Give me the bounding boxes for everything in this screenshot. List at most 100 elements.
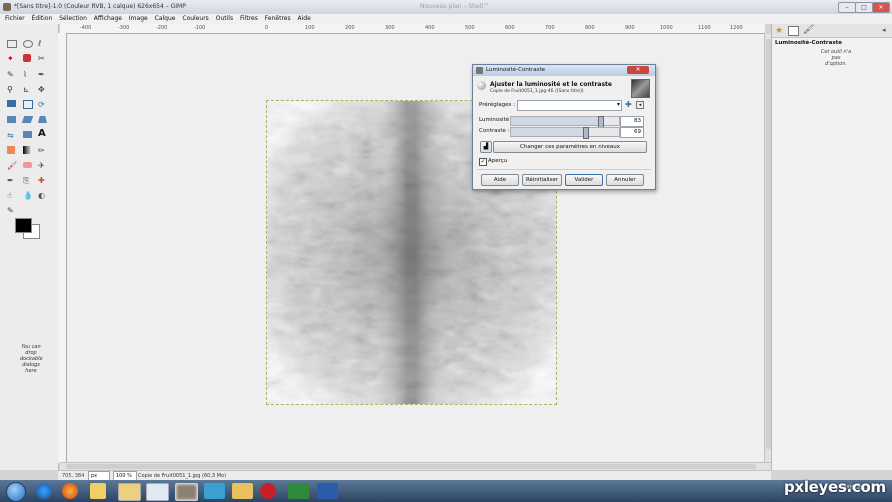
blur-icon[interactable]: 💧 bbox=[23, 191, 34, 202]
foreground-select-icon[interactable]: ✎ bbox=[7, 70, 18, 81]
color-select-icon[interactable] bbox=[23, 54, 31, 62]
gimp-taskbar-icon[interactable] bbox=[175, 483, 198, 501]
text-tool-icon[interactable]: A bbox=[38, 128, 49, 139]
toolbox: ℓ ✦ ✂ ✎ ⌇ ✒ ⚲ ⊾ ✥ ⟳ ⇋ A ✏ 🖌 ✈ ✒ ⎘ ✚ ☝ 💧 … bbox=[0, 24, 59, 470]
chevron-down-icon: ▾ bbox=[616, 101, 620, 108]
rect-select-icon[interactable] bbox=[7, 40, 17, 48]
menu-fenetres[interactable]: Fenêtres bbox=[265, 14, 291, 24]
contrast-value[interactable]: 69 bbox=[620, 127, 644, 138]
levels-icon[interactable]: ▟ bbox=[480, 141, 492, 153]
menu-edition[interactable]: Édition bbox=[32, 14, 53, 24]
brush-tab-icon[interactable]: 🖌 bbox=[803, 25, 814, 35]
firefox-icon[interactable] bbox=[62, 483, 78, 499]
airbrush-icon[interactable]: ✈ bbox=[38, 161, 49, 172]
menu-image[interactable]: Image bbox=[129, 14, 148, 24]
pencil-icon[interactable]: ✏ bbox=[38, 146, 49, 157]
horizontal-scrollbar[interactable] bbox=[60, 462, 771, 470]
skype-icon[interactable] bbox=[204, 483, 225, 499]
excel-icon[interactable] bbox=[288, 483, 309, 499]
maximize-button[interactable]: □ bbox=[855, 2, 873, 13]
lasso-icon[interactable]: ℓ bbox=[38, 39, 49, 50]
site-watermark: pxleyes.com bbox=[784, 478, 886, 496]
device-status-tab-icon[interactable] bbox=[788, 26, 799, 36]
brightness-label: Luminosité : bbox=[479, 117, 513, 123]
bucket-fill-icon[interactable] bbox=[7, 146, 15, 154]
menu-filtres[interactable]: Filtres bbox=[240, 14, 258, 24]
dialog-app-icon bbox=[476, 67, 483, 74]
mail-icon[interactable] bbox=[232, 483, 253, 499]
preview-checkbox[interactable]: ✓ bbox=[479, 158, 487, 166]
paths-icon[interactable]: ⌇ bbox=[23, 70, 34, 81]
zoom-icon[interactable]: ⚲ bbox=[7, 85, 18, 96]
wps-icon[interactable] bbox=[260, 483, 276, 499]
menu-selection[interactable]: Sélection bbox=[59, 14, 87, 24]
dock-menu-icon[interactable]: ◂ bbox=[882, 26, 886, 34]
ruler-tick: 100 bbox=[305, 25, 315, 31]
drop-dockable-hint: You can drop dockable dialogs here bbox=[20, 344, 43, 374]
minimize-button[interactable]: – bbox=[838, 2, 856, 13]
blend-icon[interactable] bbox=[23, 146, 32, 154]
brightness-slider[interactable] bbox=[510, 116, 620, 128]
presets-combo[interactable]: ▾ bbox=[517, 100, 622, 111]
document-icon[interactable] bbox=[146, 483, 169, 501]
smudge-icon[interactable]: ☝ bbox=[7, 191, 18, 202]
horizontal-ruler[interactable]: -400 -300 -200 -100 0 100 200 300 400 50… bbox=[60, 24, 765, 34]
background-window-title: Nouveau plan – Shell™ bbox=[420, 3, 489, 10]
scale-icon[interactable] bbox=[7, 116, 16, 123]
ruler-tick: 1000 bbox=[660, 25, 673, 31]
flip-icon[interactable]: ⇋ bbox=[7, 131, 18, 142]
rotate-icon[interactable]: ⟳ bbox=[38, 100, 49, 111]
vertical-ruler[interactable] bbox=[58, 33, 67, 463]
ink-icon[interactable]: ✒ bbox=[7, 176, 18, 187]
align-icon[interactable] bbox=[7, 100, 16, 107]
brightness-slider-fill bbox=[511, 117, 601, 125]
shear-icon[interactable] bbox=[21, 116, 34, 123]
fuzzy-select-icon[interactable]: ✦ bbox=[7, 54, 18, 65]
ruler-tick: -300 bbox=[118, 25, 130, 31]
clone-icon[interactable]: ⎘ bbox=[23, 176, 34, 187]
cage-icon[interactable] bbox=[23, 131, 32, 138]
reset-button[interactable]: Réinitialiser bbox=[522, 174, 562, 186]
color-picker-icon[interactable]: ✒ bbox=[38, 70, 49, 81]
menu-affichage[interactable]: Affichage bbox=[94, 14, 122, 24]
menu-couleurs[interactable]: Couleurs bbox=[182, 14, 208, 24]
dodge-burn-icon[interactable]: ◐ bbox=[38, 191, 49, 202]
measure-icon[interactable]: ⊾ bbox=[23, 85, 34, 96]
perspective-icon[interactable] bbox=[38, 116, 47, 123]
move-icon[interactable]: ✥ bbox=[38, 85, 49, 96]
scissors-icon[interactable]: ✂ bbox=[38, 54, 49, 65]
preset-menu-icon[interactable]: ◂ bbox=[636, 101, 644, 109]
windows-taskbar: 18/05/2013 pxleyes.com bbox=[0, 478, 892, 502]
paintbrush-icon[interactable]: 🖌 bbox=[7, 161, 18, 172]
tool-options-tab-icon[interactable]: ★ bbox=[775, 26, 783, 36]
file-explorer-icon[interactable] bbox=[90, 483, 106, 499]
contrast-slider[interactable] bbox=[510, 127, 620, 139]
pointer-coords: 705, 384 bbox=[62, 473, 85, 479]
ie-icon[interactable] bbox=[36, 483, 52, 499]
contrast-slider-thumb[interactable] bbox=[583, 127, 589, 139]
foreground-color-swatch[interactable] bbox=[15, 218, 32, 233]
brightness-value[interactable]: 83 bbox=[620, 116, 644, 127]
cancel-button[interactable]: Annuler bbox=[606, 174, 644, 186]
menu-aide[interactable]: Aide bbox=[298, 14, 311, 24]
horizontal-scroll-thumb[interactable] bbox=[66, 464, 756, 469]
dialog-subheading: Copie de Fruit0051_1.jpg-46 ([Sans titre… bbox=[490, 89, 584, 94]
edit-as-levels-button[interactable]: Changer ces paramètres en niveaux bbox=[493, 141, 647, 153]
add-preset-icon[interactable]: ✚ bbox=[625, 100, 632, 109]
ok-button[interactable]: Valider bbox=[565, 174, 603, 186]
dialog-close-button[interactable]: ✕ bbox=[627, 66, 649, 74]
menu-calque[interactable]: Calque bbox=[155, 14, 176, 24]
dialog-title-bar[interactable]: Luminosité-Contraste ✕ bbox=[473, 65, 655, 76]
menu-outils[interactable]: Outils bbox=[216, 14, 233, 24]
eraser-icon[interactable] bbox=[23, 162, 32, 168]
heal-icon[interactable]: ✚ bbox=[38, 176, 49, 187]
close-button[interactable]: ✕ bbox=[872, 2, 890, 13]
help-button[interactable]: Aide bbox=[481, 174, 519, 186]
ellipse-select-icon[interactable] bbox=[23, 40, 33, 48]
word-icon[interactable] bbox=[317, 483, 338, 499]
start-button[interactable] bbox=[6, 482, 26, 502]
menu-fichier[interactable]: Fichier bbox=[5, 14, 25, 24]
crop-icon[interactable] bbox=[23, 100, 33, 109]
color-picker-small-icon[interactable]: ✎ bbox=[7, 206, 18, 217]
folders-icon[interactable] bbox=[118, 483, 141, 501]
